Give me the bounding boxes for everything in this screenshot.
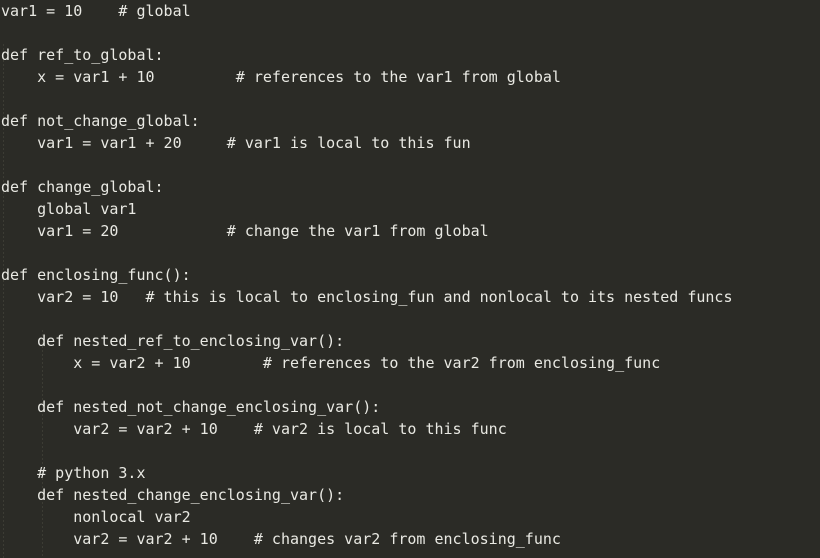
code-line[interactable]: nonlocal var2 bbox=[0, 506, 820, 528]
code-line-blank[interactable] bbox=[0, 308, 820, 330]
code-editor[interactable]: var1 = 10 # global def ref_to_global: x =… bbox=[0, 0, 820, 558]
code-line[interactable]: x = var1 + 10 # references to the var1 f… bbox=[0, 66, 820, 88]
code-line[interactable]: var1 = 10 # global bbox=[0, 0, 820, 22]
code-line[interactable]: def not_change_global: bbox=[0, 110, 820, 132]
code-line-blank[interactable] bbox=[0, 440, 820, 462]
code-line[interactable]: x = var2 + 10 # references to the var2 f… bbox=[0, 352, 820, 374]
code-line[interactable]: var1 = 20 # change the var1 from global bbox=[0, 220, 820, 242]
code-line-blank[interactable] bbox=[0, 242, 820, 264]
code-line[interactable]: def change_global: bbox=[0, 176, 820, 198]
code-line[interactable]: global var1 bbox=[0, 198, 820, 220]
code-line[interactable]: def nested_ref_to_enclosing_var(): bbox=[0, 330, 820, 352]
code-line-blank[interactable] bbox=[0, 154, 820, 176]
code-line-blank[interactable] bbox=[0, 88, 820, 110]
code-line-blank[interactable] bbox=[0, 22, 820, 44]
code-line[interactable]: var1 = var1 + 20 # var1 is local to this… bbox=[0, 132, 820, 154]
code-line[interactable]: var2 = 10 # this is local to enclosing_f… bbox=[0, 286, 820, 308]
code-line[interactable]: # python 3.x bbox=[0, 462, 820, 484]
code-line[interactable]: def ref_to_global: bbox=[0, 44, 820, 66]
code-line-blank[interactable] bbox=[0, 374, 820, 396]
code-line[interactable]: var2 = var2 + 10 # var2 is local to this… bbox=[0, 418, 820, 440]
code-line[interactable]: def nested_not_change_enclosing_var(): bbox=[0, 396, 820, 418]
code-line[interactable]: var2 = var2 + 10 # changes var2 from enc… bbox=[0, 528, 820, 550]
code-text-layer[interactable]: var1 = 10 # global def ref_to_global: x =… bbox=[0, 0, 820, 550]
code-line[interactable]: def nested_change_enclosing_var(): bbox=[0, 484, 820, 506]
code-line[interactable]: def enclosing_func(): bbox=[0, 264, 820, 286]
